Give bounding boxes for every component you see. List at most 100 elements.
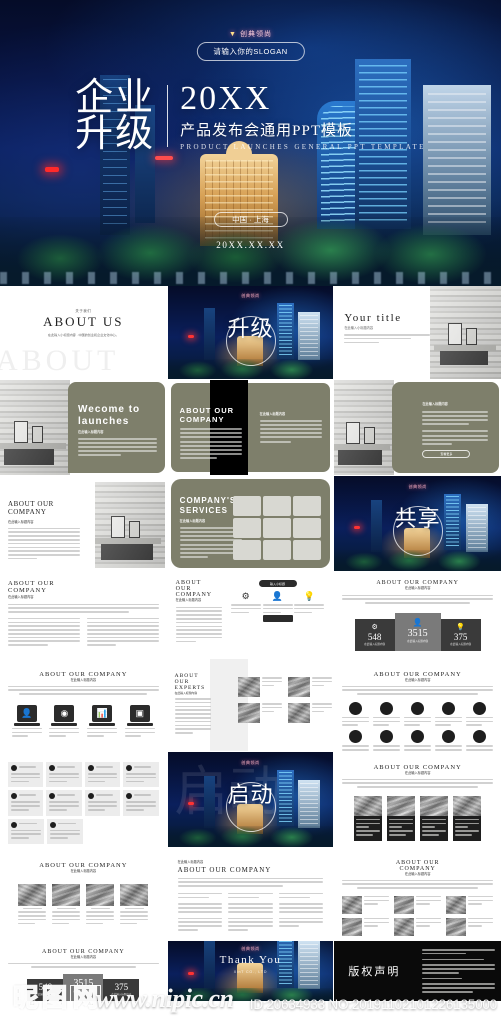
four-icons-sub: 在此输入标题内容 — [70, 678, 97, 682]
expert-card[interactable] — [287, 677, 332, 697]
photo-card-dark[interactable] — [453, 795, 482, 841]
photo-card[interactable] — [120, 883, 149, 927]
thumb-three-col-text[interactable]: 在此输入标题内容 ABOUT OUR COMPANY — [167, 848, 334, 940]
thumb-welcome[interactable]: Wecome to launches 在此输入标题内容 — [0, 380, 167, 475]
round-icon-item[interactable] — [435, 730, 463, 751]
photo-text-item[interactable] — [342, 917, 390, 936]
thumb-four-icons[interactable]: ABOUT OUR COMPANY 在此输入标题内容 👤 ◉ 📊 ▣ — [0, 659, 167, 751]
service-tile[interactable] — [263, 540, 292, 560]
neon-sign-2-icon — [155, 156, 174, 161]
info-card[interactable] — [84, 762, 121, 788]
expert-card[interactable] — [287, 703, 332, 723]
thumb-experts-photos[interactable]: ABOUT OUR EXPERTS 在此输入标题内容 — [167, 659, 334, 751]
thumb-your-title[interactable]: Your title 在此输入小标题内容 — [334, 286, 501, 379]
right-card-button[interactable]: 查看更多 — [422, 449, 471, 458]
info-card[interactable] — [123, 762, 159, 788]
photo-card-dark[interactable] — [420, 795, 449, 841]
photo-text-item[interactable] — [446, 895, 494, 914]
service-tile[interactable] — [293, 496, 322, 516]
photo-text-item[interactable] — [394, 895, 442, 914]
six-photos-grid — [342, 895, 494, 936]
ten-icons-grid — [342, 701, 494, 751]
thumb-eight-cards[interactable] — [0, 752, 167, 847]
photo-text-item[interactable] — [394, 917, 442, 936]
thumb-stats[interactable]: ABOUT OUR COMPANY 在此输入标题内容 ⚙ 548 在此输入标题内… — [334, 572, 501, 658]
six-photos-intro — [342, 879, 494, 889]
service-tile[interactable] — [263, 518, 292, 538]
service-tile[interactable] — [233, 518, 262, 538]
info-card[interactable] — [46, 790, 82, 816]
photo-card[interactable] — [18, 883, 47, 927]
thumb-copyright[interactable]: 版权声明 — [334, 941, 501, 1001]
experts-icons-badge[interactable]: 输入小标题 — [258, 580, 297, 587]
stat-card[interactable]: 👤 3515 在此输入标题内容 — [394, 612, 441, 651]
icon-feature-item[interactable]: 📊 — [87, 704, 118, 739]
round-icon-item[interactable] — [373, 730, 401, 751]
service-tile[interactable] — [263, 496, 292, 516]
info-card[interactable] — [46, 762, 82, 788]
thumb-six-photos[interactable]: ABOUT OUR COMPANY 在此输入标题内容 — [334, 848, 501, 940]
icon-feature-item[interactable]: ◉ — [49, 704, 80, 739]
photo-card-dark[interactable] — [387, 795, 416, 841]
info-card[interactable] — [8, 762, 44, 788]
stat-value: 375 — [453, 631, 468, 642]
info-card[interactable] — [8, 790, 44, 816]
thumb-section-share[interactable]: 创典领尚 共享 — [334, 476, 501, 571]
photo-card[interactable] — [52, 883, 81, 927]
ten-icons-sub: 在此输入标题内容 — [404, 678, 431, 682]
photo-card[interactable] — [86, 883, 115, 927]
service-tile[interactable] — [233, 540, 262, 560]
thumb-four-photos-dark[interactable]: ABOUT OUR COMPANY 在此输入标题内容 — [334, 752, 501, 847]
thumb-four-photos-light[interactable]: ABOUT OUR COMPANY 在此输入标题内容 — [0, 848, 167, 940]
thumb-thank-you[interactable]: 创典领尚 Thank You XinT CO., LTD — [167, 941, 334, 1001]
stat-card[interactable]: 548 在此输入标题内容 — [27, 979, 64, 1001]
thumb-two-column[interactable]: ABOUT OUR COMPANY 在此输入标题内容 — [0, 572, 167, 658]
text-column — [228, 892, 273, 933]
thumb-section-upgrade[interactable]: 创典领尚 升级 — [167, 286, 334, 379]
photo-text-item[interactable] — [342, 895, 390, 914]
photo-text-item[interactable] — [446, 917, 494, 936]
stat-card[interactable]: 375 在此输入标题内容 — [103, 979, 140, 1001]
info-card[interactable] — [8, 818, 45, 845]
thumb-about-company-dark[interactable]: ABOUT OUR COMPANY 在此输入标题内容 — [167, 380, 334, 475]
expert-card[interactable] — [237, 703, 282, 723]
round-icon-item[interactable] — [342, 730, 370, 751]
experts-icon-item[interactable]: 👤 — [262, 591, 293, 623]
thumb-about-company-light[interactable]: ABOUT OUR COMPANY 在此输入标题内容 — [0, 476, 167, 571]
info-card[interactable] — [47, 818, 84, 845]
cover-title-cn-line2: 升级 — [75, 113, 156, 156]
section-share-brand: 创典领尚 — [408, 483, 427, 489]
thumb-stats-bottom[interactable]: ABOUT OUR COMPANY 在此输入标题内容 548 在此输入标题内容 … — [0, 941, 167, 1001]
service-tile[interactable] — [293, 540, 322, 560]
info-card[interactable] — [123, 790, 159, 816]
stat-card[interactable]: 💡 375 在此输入标题内容 — [440, 618, 481, 651]
photo-card-dark[interactable] — [354, 795, 383, 841]
thumb-right-text-card[interactable]: 在此输入标题内容 查看更多 — [334, 380, 501, 475]
round-icon-item[interactable] — [466, 701, 494, 728]
info-card[interactable] — [84, 790, 121, 816]
round-icon-item[interactable] — [373, 701, 401, 728]
round-icon-item[interactable] — [404, 730, 432, 751]
icon-feature-item[interactable]: 👤 — [11, 704, 42, 739]
round-icon-item[interactable] — [342, 701, 370, 728]
expert-card[interactable] — [237, 677, 282, 697]
cover-slide[interactable]: ▼ 创典领尚 请输入你的SLOGAN 企业 升级 20XX 产品发布会通用PPT模… — [0, 0, 501, 286]
thumb-ten-icons[interactable]: ABOUT OUR COMPANY 在此输入标题内容 — [334, 659, 501, 751]
thumb-services[interactable]: COMPANY'S SERVICES 在此输入标题内容 — [167, 476, 334, 571]
thumb-section-start[interactable]: 启动 创典领尚 启动 — [167, 752, 334, 847]
your-title-heading: Your title — [344, 312, 402, 324]
thumb-about-us[interactable]: 关于我们 ABOUT US 在此输入小标题内容 · 中国的创业和企业文化中心。 … — [0, 286, 167, 379]
thumb-experts-icons[interactable]: ABOUT OUR COMPANY 在此输入标题内容 输入小标题 ⚙ 👤 💡 — [167, 572, 334, 658]
stat-card[interactable]: 3515 在此输入标题内容 — [63, 974, 104, 1001]
experts-icon-item[interactable]: 💡 — [294, 591, 325, 622]
icon-feature-item[interactable]: ▣ — [124, 704, 155, 739]
round-icon-item[interactable] — [466, 730, 494, 751]
service-tile[interactable] — [293, 518, 322, 538]
thank-you-title: Thank You — [219, 954, 282, 967]
experts-icon-item[interactable]: ⚙ — [230, 591, 261, 622]
your-title-body — [344, 334, 431, 344]
service-tile[interactable] — [233, 496, 262, 516]
round-icon-item[interactable] — [404, 701, 432, 728]
round-icon-item[interactable] — [435, 701, 463, 728]
stat-card[interactable]: ⚙ 548 在此输入标题内容 — [354, 618, 395, 651]
